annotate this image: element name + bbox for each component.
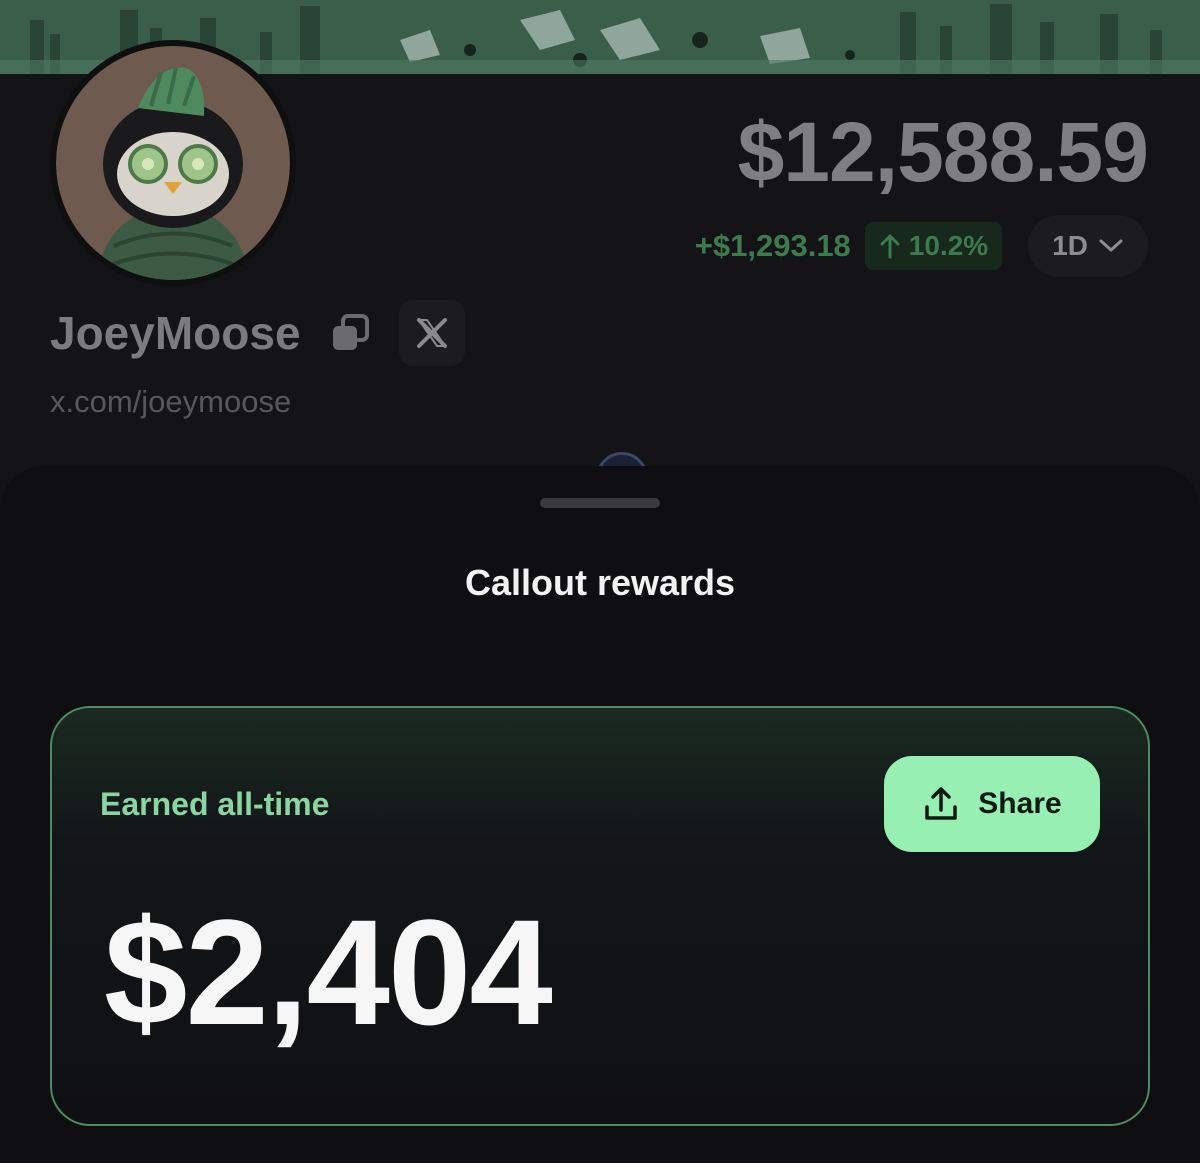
change-percent: 10.2% bbox=[908, 230, 989, 261]
arrow-up-icon bbox=[880, 234, 900, 259]
rewards-card: Earned all-time Share $2,404 bbox=[50, 706, 1150, 1126]
app-screen: $12,588.59 +$1,293.18 10.2% 1D JoeyMoose bbox=[0, 0, 1200, 1163]
share-button[interactable]: Share bbox=[884, 756, 1100, 852]
bottom-sheet: Callout rewards Earned all-time Share $2… bbox=[0, 466, 1200, 1163]
period-label: 1D bbox=[1052, 230, 1088, 261]
change-value: +$1,293.18 bbox=[694, 228, 851, 263]
share-label: Share bbox=[978, 787, 1062, 820]
copy-icon[interactable] bbox=[329, 312, 371, 354]
sheet-title: Callout rewards bbox=[464, 562, 736, 603]
sheet-grabber[interactable] bbox=[540, 498, 660, 508]
period-selector[interactable]: 1D bbox=[1028, 215, 1148, 277]
change-percent-badge: 10.2% bbox=[864, 222, 1003, 270]
x-logo-icon bbox=[416, 318, 447, 348]
balance-change-row: +$1,293.18 10.2% 1D bbox=[694, 215, 1148, 277]
portfolio-balance: $12,588.59 bbox=[737, 105, 1149, 199]
username: JoeyMoose bbox=[50, 307, 301, 359]
chevron-down-icon bbox=[1099, 239, 1123, 252]
earned-label: Earned all-time bbox=[100, 786, 330, 822]
earned-value: $2,404 bbox=[104, 888, 553, 1056]
profile-avatar bbox=[50, 40, 296, 286]
share-icon bbox=[925, 787, 958, 820]
x-profile-button[interactable] bbox=[398, 300, 465, 366]
username-row: JoeyMoose bbox=[50, 298, 465, 368]
profile-link[interactable]: x.com/joeymoose bbox=[50, 384, 291, 420]
